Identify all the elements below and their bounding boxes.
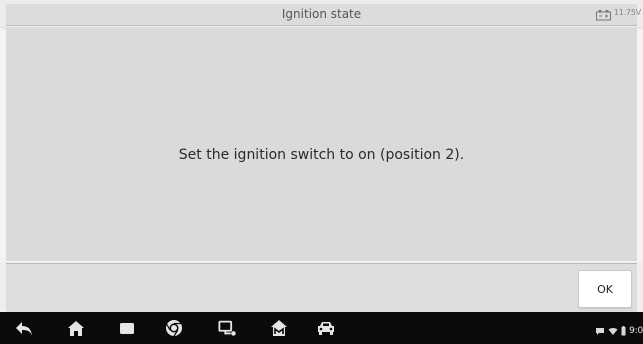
vehicle-icon[interactable] xyxy=(316,319,336,337)
battery-icon xyxy=(595,6,611,21)
battery-indicator: 11.75V xyxy=(595,6,641,21)
ok-button[interactable]: OK xyxy=(578,270,632,308)
chrome-icon[interactable] xyxy=(164,319,184,337)
clock: 9:0 xyxy=(629,325,643,336)
home-icon[interactable] xyxy=(66,319,86,337)
instruction-message: Set the ignition switch to on (position … xyxy=(178,147,465,163)
vci-connection-icon[interactable] xyxy=(218,319,238,337)
battery-status-icon xyxy=(621,321,626,340)
wifi-icon xyxy=(608,321,618,340)
system-navigation-bar: 9:0 xyxy=(0,312,643,344)
status-tray: 9:0 xyxy=(595,321,643,340)
chat-icon xyxy=(595,321,605,340)
screen: Ignition state 11.75V Set the ignition s… xyxy=(0,0,643,344)
page-title: Ignition state xyxy=(281,7,362,21)
back-icon[interactable] xyxy=(14,319,34,337)
recent-apps-icon[interactable] xyxy=(117,319,137,337)
footer-bar xyxy=(6,263,637,312)
battery-voltage: 11.75V xyxy=(613,7,641,17)
maxifix-icon[interactable] xyxy=(269,319,289,337)
header-bar: Ignition state 11.75V xyxy=(0,0,643,27)
message-panel xyxy=(6,28,637,261)
